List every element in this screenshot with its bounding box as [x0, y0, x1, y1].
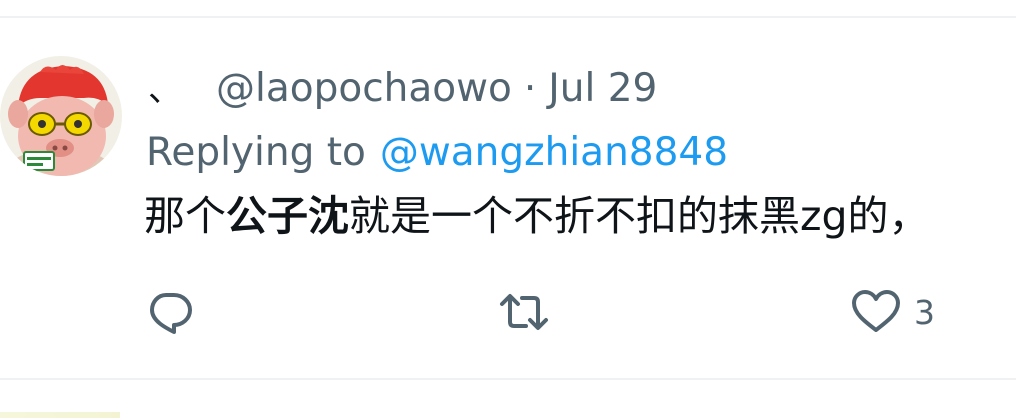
separator-dot: ·: [523, 65, 537, 111]
pig-avatar-icon: [0, 56, 122, 176]
reply-mention-link[interactable]: @wangzhian8848: [380, 130, 728, 175]
tweet-date[interactable]: Jul 29: [548, 66, 657, 111]
avatar[interactable]: [0, 56, 122, 176]
replying-line: Replying to @wangzhian8848: [146, 126, 728, 178]
comment-icon: [150, 293, 192, 334]
tweet-text: 那个公子沈就是一个不折不扣的抹黑zg的，: [144, 188, 1016, 244]
like-count: 3: [914, 292, 935, 332]
reply-button[interactable]: [146, 288, 194, 336]
tweet-text-bold: 公子沈: [226, 192, 349, 240]
top-divider: [0, 16, 1016, 18]
next-tweet-peek: [0, 412, 120, 418]
bottom-divider: [0, 378, 1016, 380]
heart-icon: [852, 290, 900, 332]
replying-label: Replying to: [146, 129, 366, 175]
display-name[interactable]: 、: [148, 62, 182, 111]
tweet-screenshot: 、 @laopochaowo · Jul 29 Replying to @wan…: [0, 0, 1016, 418]
tweet-text-end: 就是一个不折不扣的抹黑zg的，: [349, 192, 930, 240]
retweet-button[interactable]: [496, 288, 552, 336]
handle[interactable]: @laopochaowo: [216, 66, 512, 111]
tweet-text-start: 那个: [144, 192, 226, 240]
like-button[interactable]: 3: [850, 288, 935, 336]
retweet-icon: [500, 294, 548, 330]
tweet-header: 、 @laopochaowo · Jul 29: [148, 62, 657, 114]
